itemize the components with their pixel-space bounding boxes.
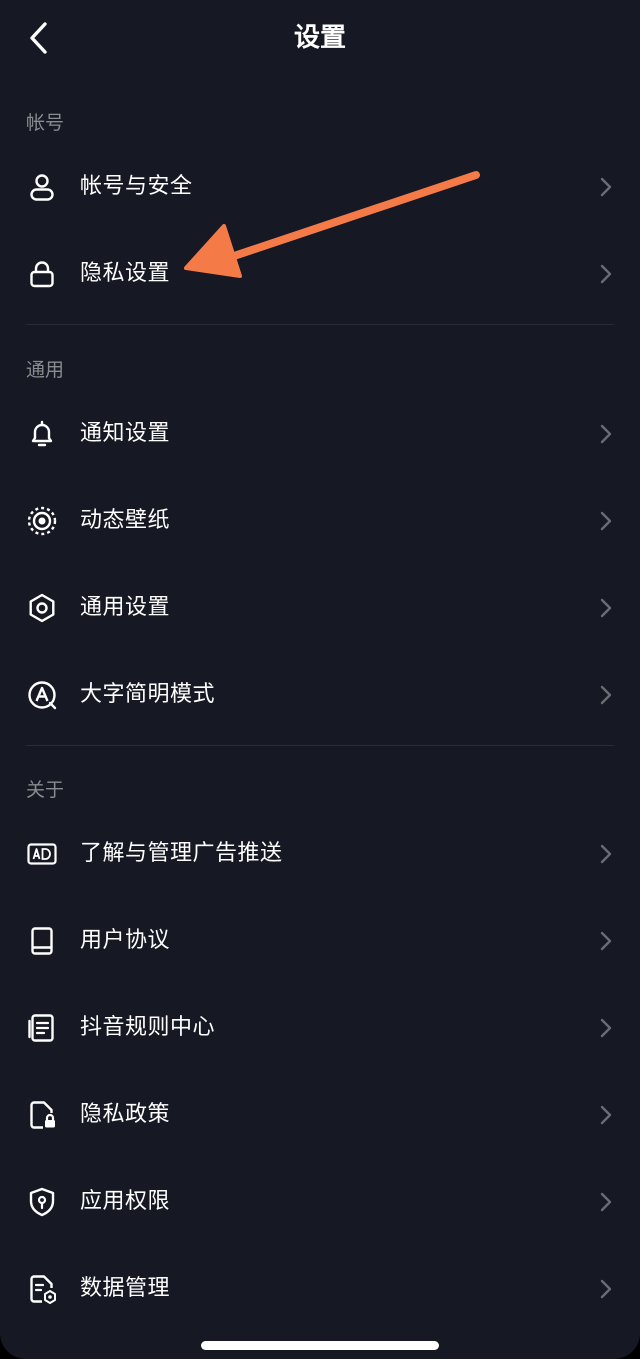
page-title: 设置 bbox=[293, 23, 346, 53]
lock-icon bbox=[26, 258, 58, 290]
settings-item-ad-management[interactable]: 了解与管理广告推送 bbox=[0, 814, 640, 894]
settings-item-data-management[interactable]: 数据管理 bbox=[0, 1249, 640, 1329]
settings-item-label: 数据管理 bbox=[80, 1276, 171, 1301]
chevron-right-icon bbox=[600, 1018, 612, 1038]
bell-icon bbox=[26, 418, 58, 450]
settings-item-label: 隐私政策 bbox=[80, 1102, 171, 1127]
chevron-right-icon bbox=[600, 511, 612, 531]
chevron-right-icon bbox=[600, 598, 612, 618]
section-header-account: 帐号 bbox=[26, 112, 65, 134]
chevron-right-icon bbox=[600, 424, 612, 444]
settings-item-label: 用户协议 bbox=[80, 928, 171, 953]
settings-item-live-wallpaper[interactable]: 动态壁纸 bbox=[0, 481, 640, 561]
settings-item-label: 通用设置 bbox=[80, 595, 171, 620]
section-header-general: 通用 bbox=[26, 359, 65, 381]
settings-item-notification-settings[interactable]: 通知设置 bbox=[0, 394, 640, 474]
section-divider bbox=[26, 324, 614, 325]
settings-item-label: 大字简明模式 bbox=[80, 682, 216, 707]
live-wallpaper-icon bbox=[26, 505, 58, 537]
settings-item-privacy-policy[interactable]: 隐私政策 bbox=[0, 1075, 640, 1155]
settings-item-account-security[interactable]: 帐号与安全 bbox=[0, 147, 640, 227]
chevron-right-icon bbox=[600, 1279, 612, 1299]
settings-item-app-permissions[interactable]: 应用权限 bbox=[0, 1162, 640, 1242]
gear-icon bbox=[26, 592, 58, 624]
settings-item-label: 了解与管理广告推送 bbox=[80, 841, 283, 866]
home-indicator[interactable] bbox=[201, 1341, 439, 1350]
settings-item-rules-center[interactable]: 抖音规则中心 bbox=[0, 988, 640, 1068]
large-text-mode-icon bbox=[26, 679, 58, 711]
settings-item-general-settings[interactable]: 通用设置 bbox=[0, 568, 640, 648]
navigation-bar: 设置 bbox=[0, 0, 640, 76]
shield-icon bbox=[26, 1186, 58, 1218]
settings-screen: 设置 帐号 帐号与安全 隐私设置 通用 通知设置 动态壁纸 通用设置 大字简明模… bbox=[0, 0, 640, 1359]
settings-item-privacy-settings[interactable]: 隐私设置 bbox=[0, 234, 640, 314]
chevron-right-icon bbox=[600, 844, 612, 864]
chevron-right-icon bbox=[600, 931, 612, 951]
chevron-right-icon bbox=[600, 685, 612, 705]
settings-item-label: 动态壁纸 bbox=[80, 508, 171, 533]
settings-item-label: 抖音规则中心 bbox=[80, 1015, 216, 1040]
chevron-right-icon bbox=[600, 1192, 612, 1212]
settings-item-label: 帐号与安全 bbox=[80, 174, 193, 199]
privacy-policy-icon bbox=[26, 1099, 58, 1131]
settings-item-large-text-mode[interactable]: 大字简明模式 bbox=[0, 655, 640, 735]
data-management-icon bbox=[26, 1273, 58, 1305]
settings-item-label: 隐私设置 bbox=[80, 261, 171, 286]
settings-item-label: 通知设置 bbox=[80, 421, 171, 446]
ad-icon bbox=[26, 838, 58, 870]
section-divider bbox=[26, 745, 614, 746]
chevron-right-icon bbox=[600, 1105, 612, 1125]
section-header-about: 关于 bbox=[26, 779, 65, 801]
chevron-right-icon bbox=[600, 264, 612, 284]
chevron-right-icon bbox=[600, 177, 612, 197]
rules-document-icon bbox=[26, 1012, 58, 1044]
book-icon bbox=[26, 925, 58, 957]
user-icon bbox=[26, 171, 58, 203]
settings-item-user-agreement[interactable]: 用户协议 bbox=[0, 901, 640, 981]
settings-item-label: 应用权限 bbox=[80, 1189, 171, 1214]
